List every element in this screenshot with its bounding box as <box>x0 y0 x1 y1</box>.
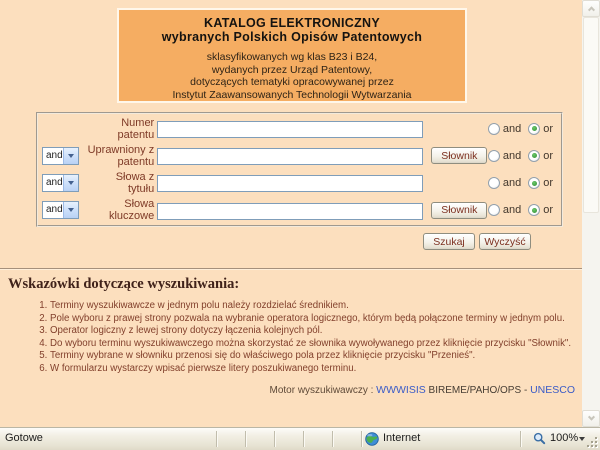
status-text: Gotowe <box>5 432 43 444</box>
credit-separator: - <box>523 385 528 396</box>
scrollbar-thumb[interactable] <box>583 17 599 213</box>
title-words-input[interactable] <box>157 175 424 193</box>
subtitle-line: sklasyfikowanych wg klas B23 i B24, <box>206 51 378 63</box>
form-row-numer-patentu: Numer patentu and or <box>38 115 561 142</box>
statusbar-divider <box>274 431 276 447</box>
tip-item: Operator logiczny z lewej strony dotyczy… <box>50 325 580 338</box>
operator-select[interactable]: and <box>42 201 79 220</box>
credit-suffix: BIREME/PAHO/OPS <box>428 385 522 396</box>
vertical-scrollbar[interactable] <box>582 0 600 427</box>
statusbar-divider <box>332 431 334 447</box>
form-row-slowa-z-tytulu: and Słowa z tytułu and or <box>38 170 561 197</box>
zoom-level[interactable]: 100% <box>550 428 578 449</box>
tip-item: Do wyboru terminu wyszukiwawczego można … <box>50 338 580 351</box>
tip-item: Terminy wybrane w słowniku przenosi się … <box>50 350 580 363</box>
radio-or[interactable] <box>528 204 541 217</box>
statusbar-divider <box>361 431 363 447</box>
radio-and-label: and <box>502 177 522 190</box>
credit-label: Motor wyszukiwawczy : <box>269 385 374 396</box>
field-label: Uprawniony z patentu <box>87 143 155 168</box>
page-content: KATALOG ELEKTRONICZNY wybranych Polskich… <box>0 0 582 427</box>
radio-or-label: or <box>543 204 554 217</box>
radio-and[interactable] <box>487 204 500 217</box>
chevron-down-icon <box>63 147 78 164</box>
statusbar-divider <box>303 431 305 447</box>
chevron-up-icon <box>587 6 595 14</box>
radio-and[interactable] <box>487 149 500 162</box>
statusbar-divider <box>245 431 247 447</box>
radio-group: and or <box>487 204 561 217</box>
subtitle-line: Instytut Zaawansowanych Technologii Wytw… <box>172 88 412 101</box>
chevron-down-icon <box>587 413 595 421</box>
globe-icon <box>365 432 379 446</box>
search-form: Numer patentu and or and Uprawniony z pa… <box>36 112 563 227</box>
radio-or[interactable] <box>528 177 541 190</box>
subtitle-line: wydanych przez Urząd Patentowy, <box>211 63 373 76</box>
wwwisis-link[interactable]: WWWISIS <box>376 384 426 396</box>
tip-item: Terminy wyszukiwawcze w jednym polu nale… <box>50 300 580 313</box>
scroll-up-button[interactable] <box>582 0 600 17</box>
radio-or[interactable] <box>528 149 541 162</box>
catalog-header-panel: KATALOG ELEKTRONICZNY wybranych Polskich… <box>117 8 467 103</box>
operator-select[interactable]: and <box>42 174 79 193</box>
patent-number-input[interactable] <box>157 120 424 138</box>
radio-or-label: or <box>543 177 554 190</box>
chevron-down-icon <box>63 175 78 192</box>
radio-and-label: and <box>502 204 522 217</box>
tip-item: W formularzu wystarczy wpisać pierwsze l… <box>50 363 580 376</box>
statusbar-divider <box>520 431 522 447</box>
radio-group: and or <box>487 149 561 162</box>
scroll-down-button[interactable] <box>582 410 600 427</box>
resize-grip[interactable] <box>587 437 599 449</box>
field-label: Słowa kluczowe <box>108 198 155 223</box>
zoom-dropdown-arrow-icon[interactable] <box>579 437 585 441</box>
statusbar-divider <box>216 431 218 447</box>
catalog-title-line2: wybranych Polskich Opisów Patentowych <box>161 29 423 44</box>
zoom-magnifier-icon <box>533 432 546 445</box>
radio-and-label: and <box>502 149 522 162</box>
form-row-slowa-kluczowe: and Słowa kluczowe Słownik and or <box>38 197 561 224</box>
tips-list: Terminy wyszukiwawcze w jednym polu nale… <box>0 300 580 375</box>
tip-item: Pole wyboru z prawej strony pozwala na w… <box>50 313 580 326</box>
unesco-link[interactable]: UNESCO <box>530 384 575 396</box>
chevron-down-icon <box>63 202 78 219</box>
subtitle-line: dotyczących tematyki opracowywanej przez <box>190 76 394 88</box>
radio-and[interactable] <box>487 177 500 190</box>
search-engine-credit: Motor wyszukiwawczy : WWWISIS BIREME/PAH… <box>269 384 575 396</box>
radio-group: and or <box>487 177 561 190</box>
slownik-button[interactable]: Słownik <box>431 201 488 219</box>
patent-owner-input[interactable] <box>157 148 424 166</box>
szukaj-button[interactable]: Szukaj <box>423 233 475 250</box>
keywords-input[interactable] <box>157 202 424 220</box>
horizontal-rule <box>0 268 582 270</box>
catalog-title-line1: KATALOG ELEKTRONICZNY <box>204 16 380 30</box>
radio-and-label: and <box>502 122 522 135</box>
field-label: Numer patentu <box>117 116 155 141</box>
field-label: Słowa z tytułu <box>115 171 155 196</box>
tips-heading: Wskazówki dotyczące wyszukiwania: <box>8 276 240 292</box>
form-row-uprawniony: and Uprawniony z patentu Słownik and or <box>38 142 561 169</box>
security-zone-label[interactable]: Internet <box>383 428 420 449</box>
radio-or[interactable] <box>528 122 541 135</box>
status-bar: Gotowe Internet 100% <box>0 427 600 450</box>
slownik-button[interactable]: Słownik <box>431 147 488 165</box>
wyczysc-button[interactable]: Wyczyść <box>479 233 531 250</box>
browser-window: KATALOG ELEKTRONICZNY wybranych Polskich… <box>0 0 600 450</box>
catalog-subtitle: sklasyfikowanych wg klas B23 i B24, wyda… <box>119 51 465 101</box>
radio-or-label: or <box>543 122 554 135</box>
operator-select[interactable]: and <box>42 146 79 165</box>
radio-or-label: or <box>543 149 554 162</box>
radio-and[interactable] <box>487 122 500 135</box>
radio-group: and or <box>487 122 561 135</box>
